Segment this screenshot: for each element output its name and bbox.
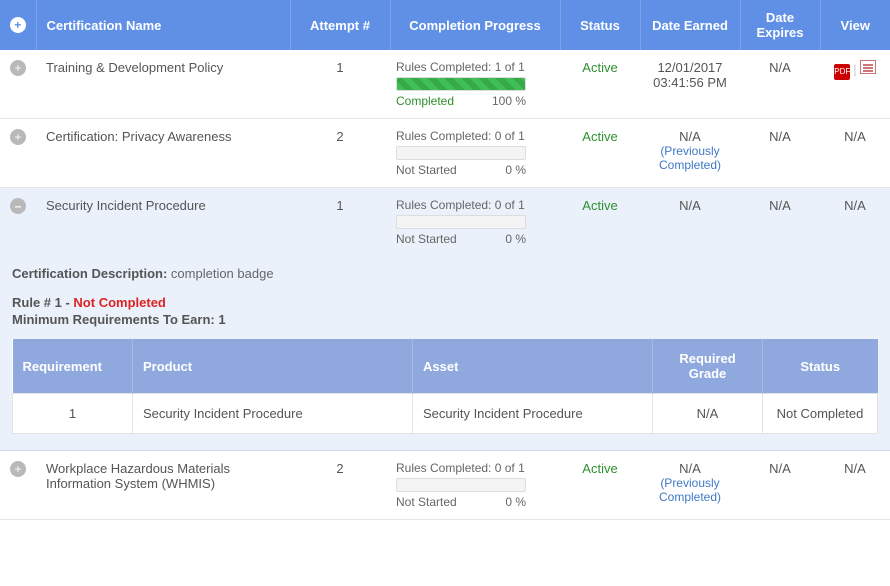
date-expires: N/A bbox=[740, 119, 820, 188]
view-cell: PDF| bbox=[820, 50, 890, 119]
expand-all-header[interactable]: + bbox=[0, 0, 36, 50]
progress-text: Rules Completed: 0 of 1 bbox=[396, 461, 554, 475]
date-expires: N/A bbox=[740, 451, 820, 520]
col-status[interactable]: Status bbox=[560, 0, 640, 50]
progress-pct: 0 % bbox=[505, 232, 526, 246]
progress-cell: Rules Completed: 0 of 1 Not Started 0 % bbox=[390, 119, 560, 188]
rule-label: Rule # 1 - bbox=[12, 295, 73, 310]
progress-text: Rules Completed: 0 of 1 bbox=[396, 129, 554, 143]
col-earned[interactable]: Date Earned bbox=[640, 0, 740, 50]
progress-cell: Rules Completed: 1 of 1 Completed 100 % bbox=[390, 50, 560, 119]
progress-bar bbox=[396, 77, 526, 91]
requirement-row: 1Security Incident ProcedureSecurity Inc… bbox=[13, 394, 878, 434]
status-cell: Active bbox=[560, 451, 640, 520]
cert-name: Training & Development Policy bbox=[36, 50, 290, 119]
expand-icon[interactable]: + bbox=[10, 461, 26, 477]
progress-cell: Rules Completed: 0 of 1 Not Started 0 % bbox=[390, 188, 560, 257]
description-label: Certification Description: bbox=[12, 266, 171, 281]
view-cell: N/A bbox=[820, 451, 890, 520]
plus-icon: + bbox=[10, 17, 26, 33]
table-row: –Security Incident Procedure1Rules Compl… bbox=[0, 188, 890, 257]
cert-name: Security Incident Procedure bbox=[36, 188, 290, 257]
progress-state: Not Started bbox=[396, 232, 457, 246]
progress-cell: Rules Completed: 0 of 1 Not Started 0 % bbox=[390, 451, 560, 520]
attempt-number: 2 bbox=[290, 119, 390, 188]
progress-state: Completed bbox=[396, 94, 454, 108]
table-row: + Workplace Hazardous Materials Informati… bbox=[0, 451, 890, 520]
expand-icon[interactable]: + bbox=[10, 60, 26, 76]
progress-pct: 0 % bbox=[505, 163, 526, 177]
col-attempt[interactable]: Attempt # bbox=[290, 0, 390, 50]
table-row: +Certification: Privacy Awareness2Rules … bbox=[0, 119, 890, 188]
view-cell: N/A bbox=[820, 188, 890, 257]
min-requirements: Minimum Requirements To Earn: 1 bbox=[12, 312, 878, 327]
attempt-number: 1 bbox=[290, 50, 390, 119]
progress-state: Not Started bbox=[396, 163, 457, 177]
requirement-status: Not Completed bbox=[763, 394, 878, 434]
progress-bar bbox=[396, 478, 526, 492]
status-cell: Active bbox=[560, 50, 640, 119]
certificate-icon[interactable] bbox=[860, 60, 876, 74]
requirements-table: RequirementProductAssetRequired GradeSta… bbox=[12, 339, 878, 434]
date-earned: N/A(Previously Completed) bbox=[640, 119, 740, 188]
previously-completed-link[interactable]: (Previously Completed) bbox=[646, 476, 734, 504]
progress-state: Not Started bbox=[396, 495, 457, 509]
collapse-icon[interactable]: – bbox=[10, 198, 26, 214]
attempt-number: 1 bbox=[290, 188, 390, 257]
date-earned: N/A bbox=[640, 188, 740, 257]
date-earned: 12/01/2017 03:41:56 PM bbox=[640, 50, 740, 119]
status-cell: Active bbox=[560, 188, 640, 257]
cert-name: Certification: Privacy Awareness bbox=[36, 119, 290, 188]
rule-status: Not Completed bbox=[73, 295, 165, 310]
col-progress[interactable]: Completion Progress bbox=[390, 0, 560, 50]
progress-text: Rules Completed: 0 of 1 bbox=[396, 198, 554, 212]
col-name[interactable]: Certification Name bbox=[36, 0, 290, 50]
date-earned: N/A(Previously Completed) bbox=[640, 451, 740, 520]
view-cell: N/A bbox=[820, 119, 890, 188]
attempt-number: 2 bbox=[290, 451, 390, 520]
pdf-icon[interactable]: PDF bbox=[834, 64, 850, 80]
table-row: +Training & Development Policy1Rules Com… bbox=[0, 50, 890, 119]
cert-name: Workplace Hazardous Materials Informatio… bbox=[36, 451, 290, 520]
progress-pct: 100 % bbox=[492, 94, 526, 108]
expand-icon[interactable]: + bbox=[10, 129, 26, 145]
date-expires: N/A bbox=[740, 188, 820, 257]
certifications-table: + Certification Name Attempt # Completio… bbox=[0, 0, 890, 520]
date-expires: N/A bbox=[740, 50, 820, 119]
col-view[interactable]: View bbox=[820, 0, 890, 50]
col-expires[interactable]: Date Expires bbox=[740, 0, 820, 50]
table-header: + Certification Name Attempt # Completio… bbox=[0, 0, 890, 50]
certification-detail-panel: Certification Description: completion ba… bbox=[0, 256, 890, 451]
description-value: completion badge bbox=[171, 266, 274, 281]
progress-pct: 0 % bbox=[505, 495, 526, 509]
progress-text: Rules Completed: 1 of 1 bbox=[396, 60, 554, 74]
previously-completed-link[interactable]: (Previously Completed) bbox=[646, 144, 734, 172]
progress-bar bbox=[396, 146, 526, 160]
progress-bar bbox=[396, 215, 526, 229]
status-cell: Active bbox=[560, 119, 640, 188]
